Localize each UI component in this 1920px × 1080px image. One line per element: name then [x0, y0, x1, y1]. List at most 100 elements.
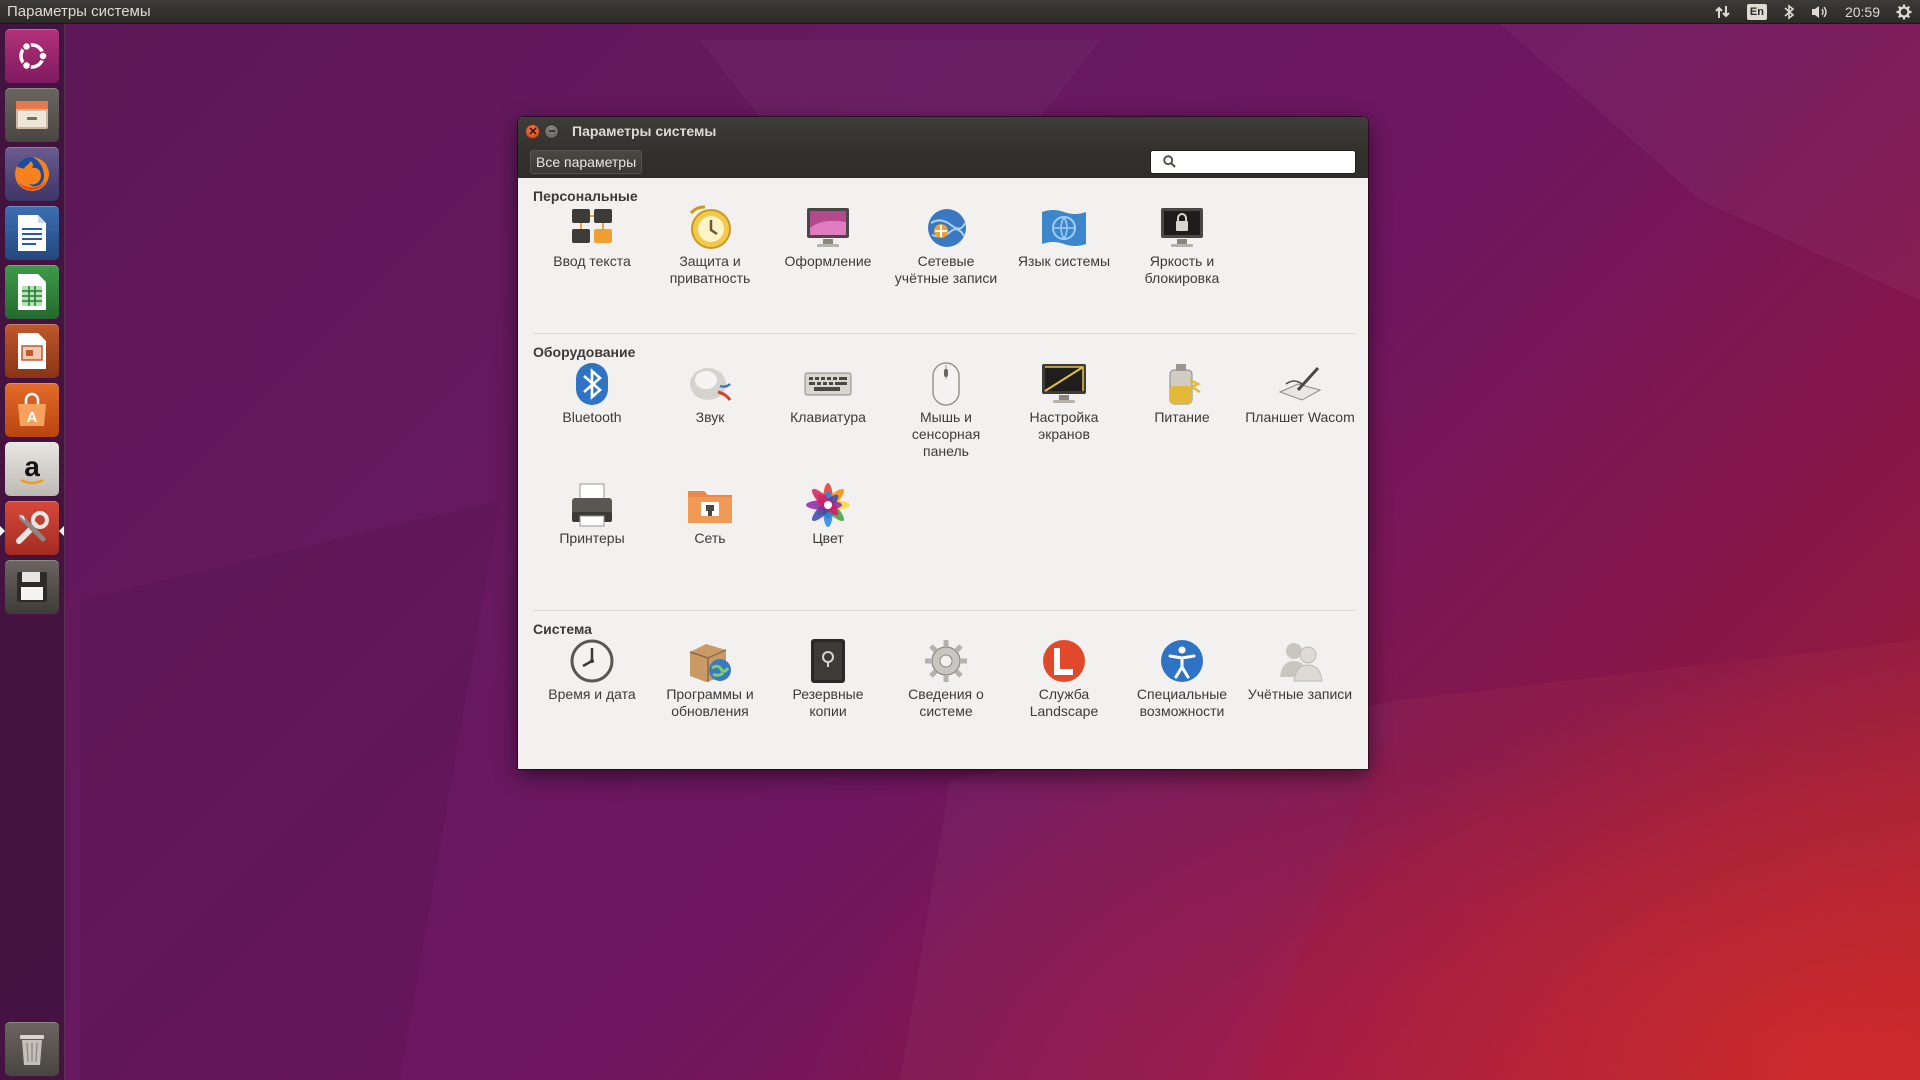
window-toolbar: Все параметры: [518, 145, 1368, 178]
settings-item-sound[interactable]: Звук: [651, 360, 769, 481]
search-input[interactable]: [1182, 154, 1352, 169]
settings-item-brightness-lock[interactable]: Яркость и блокировка: [1123, 204, 1241, 287]
keyboard-icon: [804, 360, 852, 408]
section-system: Система Время и дата Программы и обновле…: [533, 611, 1358, 751]
wacom-tablet-icon: [1276, 360, 1324, 408]
settings-content: Персональные Ввод текста Защита и приват…: [518, 178, 1368, 769]
save-drive-icon: [17, 572, 47, 602]
minimize-icon: [548, 130, 555, 132]
firefox-icon: [15, 157, 49, 191]
files-icon: [16, 101, 48, 129]
language-badge: En: [1746, 3, 1767, 20]
mouse-icon: [922, 360, 970, 408]
settings-item-network[interactable]: Сеть: [651, 481, 769, 602]
section-title: Система: [533, 621, 592, 637]
active-app-title: Параметры системы: [7, 3, 151, 20]
settings-item-system-details[interactable]: Сведения о системе: [887, 637, 1005, 720]
bluetooth-icon: [568, 360, 616, 408]
launcher-focused-pip: [59, 526, 64, 536]
text-entry-icon: [568, 204, 616, 252]
settings-item-backups[interactable]: Резервные копии: [769, 637, 887, 720]
accessibility-icon: [1158, 637, 1206, 685]
launcher-impress[interactable]: [5, 324, 59, 378]
close-icon: [528, 127, 537, 135]
settings-item-security-privacy[interactable]: Защита и приватность: [651, 204, 769, 287]
search-box[interactable]: [1150, 149, 1356, 174]
clock-indicator[interactable]: 20:59: [1837, 0, 1888, 24]
settings-item-accessibility[interactable]: Специальные возможности: [1123, 637, 1241, 720]
settings-item-online-accounts[interactable]: Сетевые учётные записи: [887, 204, 1005, 287]
launcher-save-drive[interactable]: [5, 560, 59, 614]
system-settings-window: Параметры системы Все параметры Персонал…: [518, 117, 1368, 769]
brightness-lock-icon: [1158, 204, 1206, 252]
launcher: A a: [0, 24, 65, 1080]
details-gear-icon: [922, 637, 970, 685]
all-settings-button[interactable]: Все параметры: [530, 149, 643, 174]
section-title: Оборудование: [533, 344, 636, 360]
impress-icon: [18, 333, 46, 369]
settings-item-appearance[interactable]: Оформление: [769, 204, 887, 287]
settings-item-mouse-touchpad[interactable]: Мышь и сенсорная панель: [887, 360, 1005, 481]
sound-icon: [686, 360, 734, 408]
section-title: Персональные: [533, 188, 638, 204]
settings-item-language[interactable]: Язык системы: [1005, 204, 1123, 287]
volume-icon: [1811, 5, 1827, 18]
indicator-area: En 20:59: [1707, 0, 1920, 24]
bluetooth-icon: [1784, 3, 1795, 20]
launcher-writer[interactable]: [5, 206, 59, 260]
launcher-system-settings[interactable]: [5, 501, 59, 555]
backups-icon: [804, 637, 852, 685]
settings-item-keyboard[interactable]: Клавиатура: [769, 360, 887, 481]
network-indicator[interactable]: [1707, 0, 1739, 24]
settings-item-text-entry[interactable]: Ввод текста: [533, 204, 651, 287]
settings-item-wacom-tablet[interactable]: Планшет Wacom: [1241, 360, 1359, 481]
security-privacy-icon: [686, 204, 734, 252]
launcher-dash[interactable]: [5, 29, 59, 83]
top-panel: Параметры системы En 20:59: [0, 0, 1920, 24]
settings-item-software-updates[interactable]: Программы и обновления: [651, 637, 769, 720]
launcher-amazon[interactable]: a: [5, 442, 59, 496]
language-icon: [1040, 204, 1088, 252]
trash-icon: [20, 1035, 44, 1065]
bluetooth-indicator[interactable]: [1775, 0, 1803, 24]
keyboard-layout-indicator[interactable]: En: [1739, 0, 1775, 24]
launcher-calc[interactable]: [5, 265, 59, 319]
settings-item-printers[interactable]: Принтеры: [533, 481, 651, 602]
software-center-icon: A: [18, 392, 46, 426]
minimize-button[interactable]: [544, 123, 559, 139]
network-icon: [686, 481, 734, 529]
sound-indicator[interactable]: [1803, 0, 1837, 24]
launcher-files[interactable]: [5, 88, 59, 142]
online-accounts-icon: [922, 204, 970, 252]
gear-icon: [1896, 4, 1912, 19]
close-button[interactable]: [525, 123, 540, 139]
network-arrows-icon: [1715, 5, 1730, 18]
settings-item-color[interactable]: Цвет: [769, 481, 887, 602]
launcher-firefox[interactable]: [5, 147, 59, 201]
section-grid: Bluetooth Звук Клавиатура Мышь и сенсорн…: [533, 360, 1363, 602]
section-grid: Ввод текста Защита и приватность Оформле…: [533, 204, 1363, 287]
search-icon: [1163, 155, 1176, 168]
ubuntu-logo-icon: [19, 41, 48, 71]
svg-text:A: A: [27, 409, 38, 426]
printer-icon: [568, 481, 616, 529]
settings-item-landscape[interactable]: Служба Landscape: [1005, 637, 1123, 720]
settings-item-time-date[interactable]: Время и дата: [533, 637, 651, 720]
displays-icon: [1040, 360, 1088, 408]
section-grid: Время и дата Программы и обновления Резе…: [533, 637, 1363, 720]
window-title: Параметры системы: [572, 123, 717, 139]
software-updates-icon: [686, 637, 734, 685]
svg-text:a: a: [24, 451, 40, 482]
session-indicator[interactable]: [1888, 0, 1920, 24]
settings-item-displays[interactable]: Настройка экранов: [1005, 360, 1123, 481]
launcher-software-center[interactable]: A: [5, 383, 59, 437]
clock-icon: [568, 637, 616, 685]
landscape-icon: [1040, 637, 1088, 685]
settings-item-user-accounts[interactable]: Учётные записи: [1241, 637, 1359, 720]
window-titlebar[interactable]: Параметры системы: [518, 117, 1368, 145]
color-icon: [804, 481, 852, 529]
settings-item-power[interactable]: Питание: [1123, 360, 1241, 481]
settings-item-bluetooth[interactable]: Bluetooth: [533, 360, 651, 481]
launcher-trash[interactable]: [5, 1022, 59, 1076]
user-accounts-icon: [1276, 637, 1324, 685]
